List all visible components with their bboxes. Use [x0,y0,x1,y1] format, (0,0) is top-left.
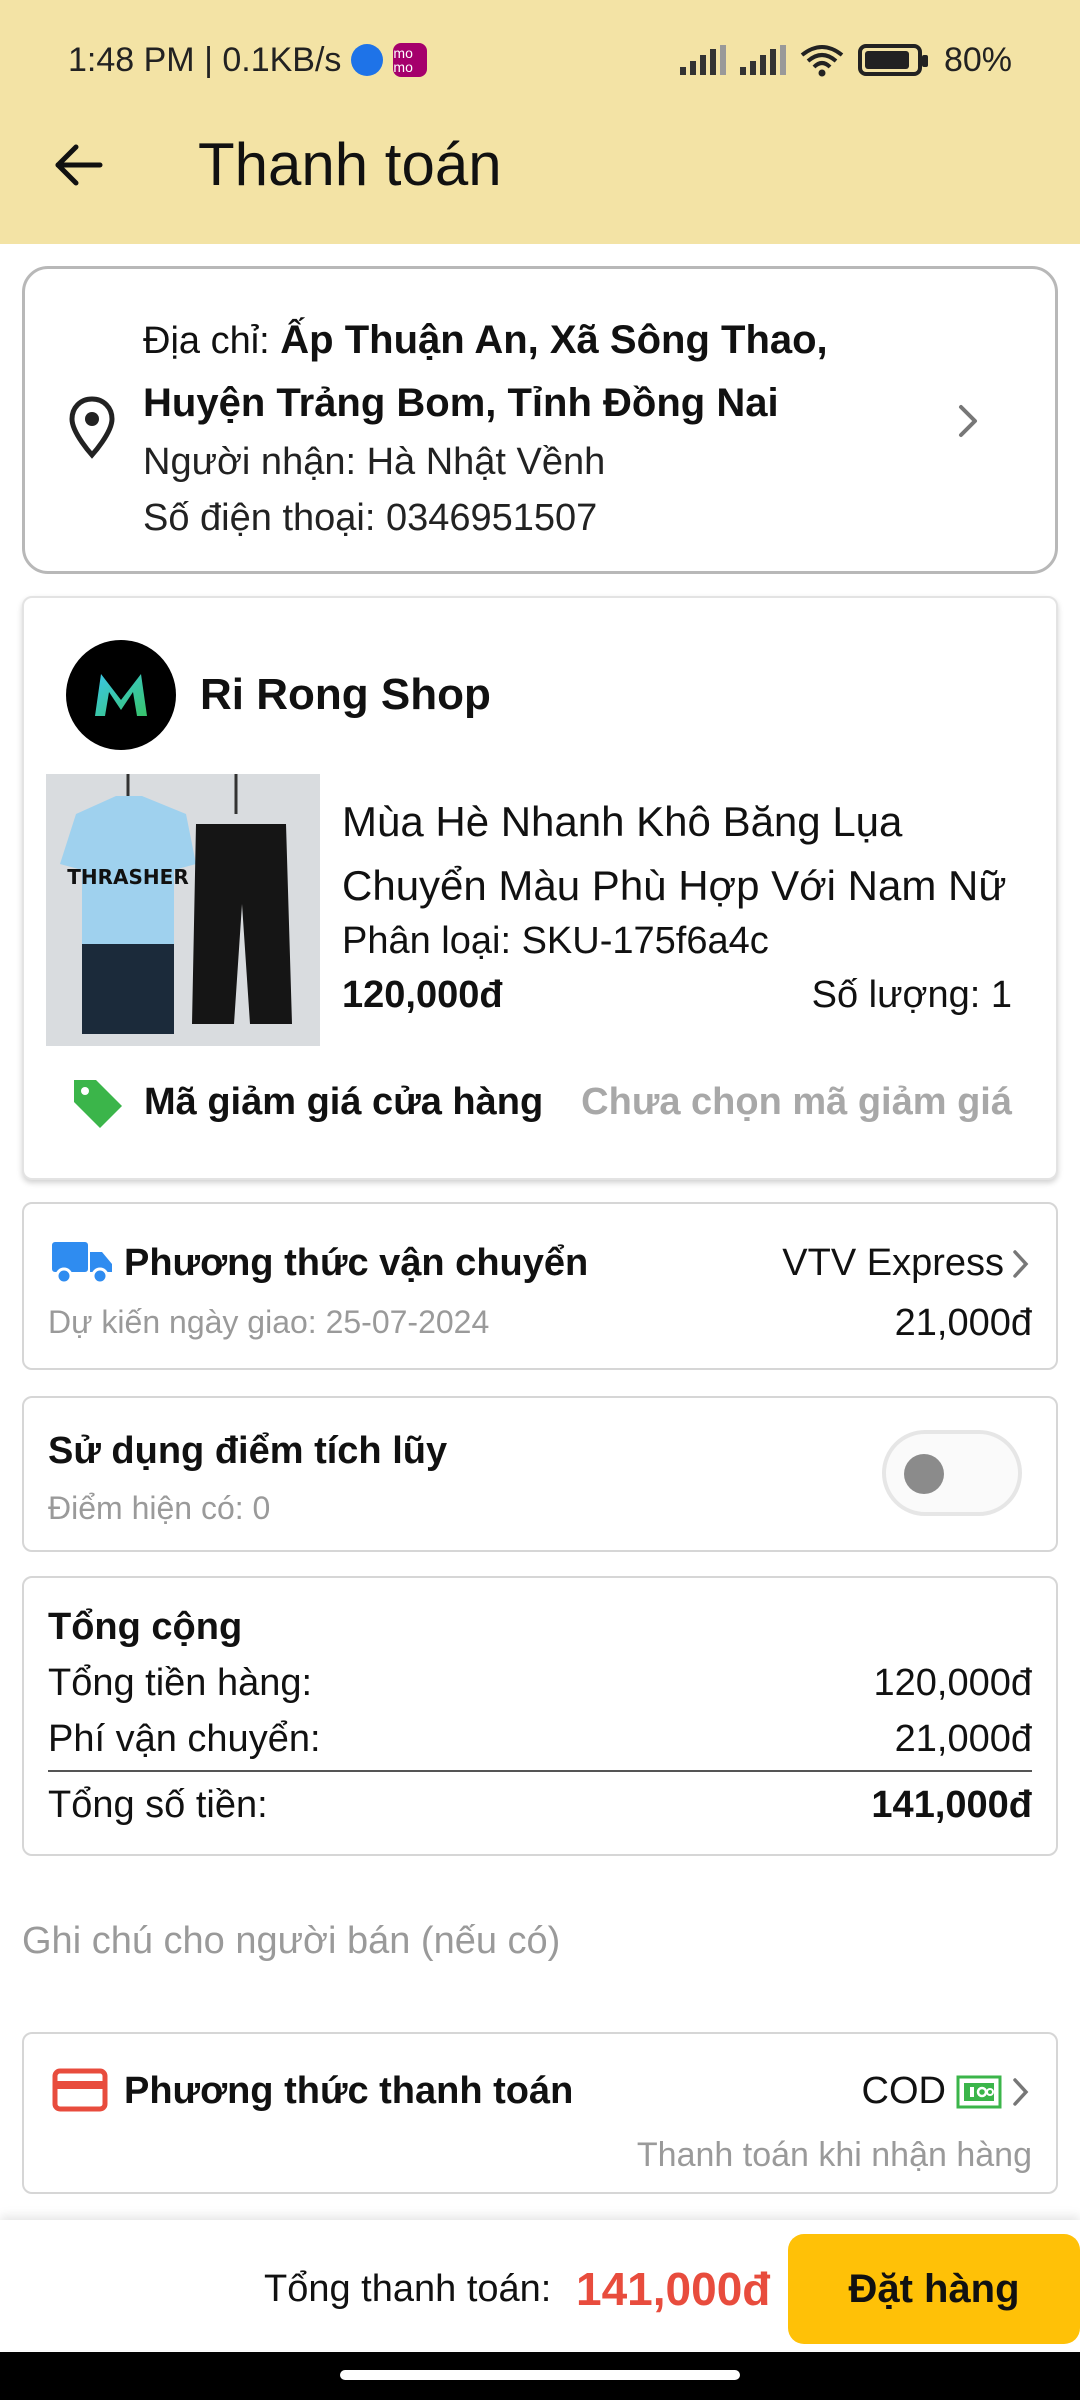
battery-percent: 80% [943,40,1012,79]
chevron-right-icon [959,405,977,437]
shop-name[interactable]: Ri Rong Shop [200,670,491,720]
address-prefix: Địa chỉ: [143,320,281,362]
tag-icon [74,1080,122,1128]
grand-total-value: 141,000đ [871,1784,1032,1826]
place-order-button[interactable]: Đặt hàng [788,2234,1080,2344]
shirt-print: THRASHER [67,865,188,889]
checkout-total-amount: 141,000đ [576,2263,771,2315]
credit-card-icon [52,2068,108,2112]
momo-notification-icon: mo mo [393,43,428,77]
arrow-left-icon [55,144,103,186]
product-quantity: Số lượng: 1 [811,974,1012,1016]
back-button[interactable] [44,130,114,200]
shop-logo [66,640,176,750]
points-toggle[interactable] [882,1430,1022,1516]
home-gesture-handle[interactable] [340,2370,740,2380]
shop-order-card: Ri Rong Shop THRASHER Mùa Hè Nhanh Khô B… [22,596,1058,1180]
payment-label: Phương thức thanh toán [124,2070,574,2112]
address-line1: Ấp Thuận An, Xã Sông Thao, [280,318,828,362]
shipping-fee-label: Phí vận chuyển: [48,1718,321,1760]
status-time: 1:48 PM | 0.1KB/s [68,40,342,79]
points-label: Sử dụng điểm tích lũy [48,1430,448,1472]
truck-icon [52,1242,112,1285]
system-nav-bar [0,2352,1080,2400]
shipping-fee: 21,000đ [894,1302,1032,1344]
grand-total-row: Tổng số tiền: 141,000đ [48,1784,1032,1827]
shipping-carrier-name: VTV Express [782,1242,1004,1284]
signal-icon [679,45,726,75]
shipping-fee-row: Phí vận chuyển: 21,000đ [48,1718,1032,1761]
goods-total-value: 120,000đ [873,1662,1033,1704]
app-bar: 1:48 PM | 0.1KB/s mo mo 80% Thanh toán [0,0,1080,244]
toggle-knob [904,1454,944,1494]
delivery-eta: Dự kiến ngày giao: 25-07-2024 [48,1304,490,1340]
status-bar: 1:48 PM | 0.1KB/s mo mo 80% [68,36,1012,84]
address-line2: Huyện Trảng Bom, Tỉnh Đồng Nai [143,381,779,425]
checkout-bar: Tổng thanh toán: 141,000đ Đặt hàng [0,2220,1080,2350]
payment-description: Thanh toán khi nhận hàng [636,2136,1032,2174]
shop-voucher-row[interactable]: Mã giảm giá cửa hàng Chưa chọn mã giảm g… [70,1072,1012,1132]
product-name[interactable]: Mùa Hè Nhanh Khô Băng Lụa Chuyển Màu Phù… [342,790,1022,918]
points-available: Điểm hiện có: 0 [48,1490,271,1526]
loyalty-points-card: Sử dụng điểm tích lũy Điểm hiện có: 0 [22,1396,1058,1552]
shipping-fee-value: 21,000đ [894,1718,1032,1760]
page-title: Thanh toán [198,131,502,198]
wifi-icon [800,45,844,77]
location-pin-icon [69,396,115,459]
shipping-carrier[interactable]: VTV Express [782,1242,1030,1285]
address-text: Địa chỉ: Ấp Thuận An, Xã Sông Thao, Huyệ… [143,309,963,546]
product-price: 120,000đ [342,974,503,1016]
recipient-name: Người nhận: Hà Nhật Vềnh [143,441,606,483]
grand-total-label: Tổng số tiền: [48,1784,268,1826]
product-name-line1: Mùa Hè Nhanh Khô Băng Lụa [342,798,903,845]
product-thumbnail[interactable]: THRASHER [46,774,320,1046]
cash-icon [956,2075,1002,2108]
shop-voucher-value: Chưa chọn mã giảm giá [581,1080,1012,1123]
divider [48,1770,1032,1772]
goods-total-label: Tổng tiền hàng: [48,1662,313,1704]
order-total-card: Tổng cộng Tổng tiền hàng: 120,000đ Phí v… [22,1576,1058,1856]
checkout-total-label: Tổng thanh toán: [264,2268,552,2310]
battery-icon [857,44,928,76]
signal-icon-2 [739,45,786,75]
shipping-method-card[interactable]: Phương thức vận chuyển VTV Express Dự ki… [22,1202,1058,1370]
product-variant: Phân loại: SKU-175f6a4c [342,920,769,962]
recipient-phone: Số điện thoại: 0346951507 [143,497,598,539]
message-notification-icon [351,44,384,76]
payment-method-name: COD [861,2070,946,2112]
payment-method-card[interactable]: Phương thức thanh toán COD Thanh toán kh… [22,2032,1058,2194]
shop-voucher-label: Mã giảm giá cửa hàng [144,1080,544,1123]
product-name-line2: Chuyển Màu Phù Hợp Với Nam Nữ [342,862,1007,909]
goods-total-row: Tổng tiền hàng: 120,000đ [48,1662,1032,1705]
shipping-label: Phương thức vận chuyển [124,1242,589,1284]
address-card[interactable]: Địa chỉ: Ấp Thuận An, Xã Sông Thao, Huyệ… [22,266,1058,574]
total-heading: Tổng cộng [48,1606,243,1648]
chevron-right-icon [1013,1249,1029,1278]
payment-method[interactable]: COD [862,2070,1030,2113]
seller-note-input[interactable]: Ghi chú cho người bán (nếu có) [22,1920,560,1963]
chevron-right-icon [1013,2077,1029,2106]
